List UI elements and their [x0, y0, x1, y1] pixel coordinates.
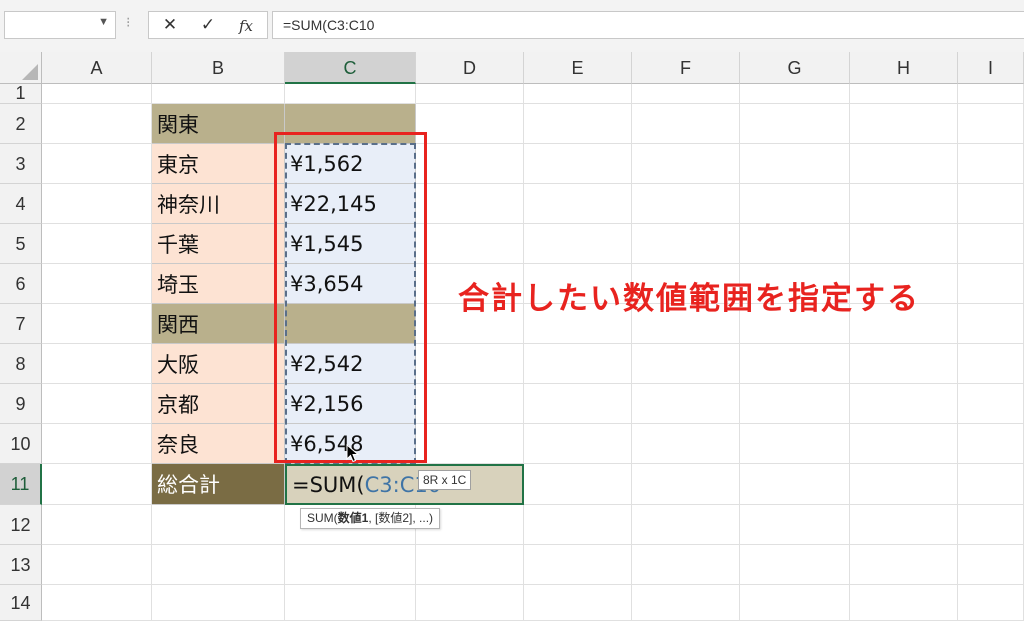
formula-bar: ▼ ⁝ ✕ ✓ fx =SUM(C3:C10	[0, 0, 1024, 52]
cell-c7[interactable]	[285, 304, 416, 344]
row-header-11[interactable]: 11	[0, 464, 42, 505]
cell-c11-active[interactable]: =SUM(C3:C10	[285, 464, 524, 505]
cell-c4[interactable]: ¥22,145	[285, 184, 416, 224]
column-header-f[interactable]: F	[632, 52, 740, 84]
column-header-c[interactable]: C	[285, 52, 416, 84]
annotation-text: 合計したい数値範囲を指定する	[458, 281, 920, 317]
cell-b8[interactable]: 大阪	[152, 344, 285, 384]
range-size-badge: 8R x 1C	[418, 470, 472, 490]
row-header-5[interactable]: 5	[0, 224, 42, 264]
checkmark-icon[interactable]: ✓	[195, 15, 221, 35]
row-header-10[interactable]: 10	[0, 424, 42, 464]
formula-prefix: =SUM(	[292, 472, 365, 497]
row-header-14[interactable]: 14	[0, 585, 42, 621]
column-header-g[interactable]: G	[740, 52, 850, 84]
cell-b10[interactable]: 奈良	[152, 424, 285, 464]
row-header-6[interactable]: 6	[0, 264, 42, 304]
gridline-vertical	[849, 84, 850, 621]
tooltip-suffix: , [数値2], ...)	[368, 511, 434, 525]
fx-icon[interactable]: fx	[233, 17, 259, 35]
column-header-b[interactable]: B	[152, 52, 285, 84]
cell-b9[interactable]: 京都	[152, 384, 285, 424]
gridline-horizontal	[42, 544, 1024, 545]
row-header-4[interactable]: 4	[0, 184, 42, 224]
gridline-vertical	[957, 84, 958, 621]
cell-c5[interactable]: ¥1,545	[285, 224, 416, 264]
row-header-7[interactable]: 7	[0, 304, 42, 344]
cell-c6[interactable]: ¥3,654	[285, 264, 416, 304]
chevron-down-icon[interactable]: ▼	[98, 16, 109, 28]
cell-b11[interactable]: 総合計	[152, 464, 285, 505]
cell-c9[interactable]: ¥2,156	[285, 384, 416, 424]
row-header-3[interactable]: 3	[0, 144, 42, 184]
cell-b6[interactable]: 埼玉	[152, 264, 285, 304]
select-all-button[interactable]	[0, 52, 42, 84]
cell-b5[interactable]: 千葉	[152, 224, 285, 264]
column-header-i[interactable]: I	[958, 52, 1024, 84]
cell-c8[interactable]: ¥2,542	[285, 344, 416, 384]
cell-b4[interactable]: 神奈川	[152, 184, 285, 224]
formula-input[interactable]: =SUM(C3:C10	[272, 11, 1024, 39]
row-header-1[interactable]: 1	[0, 84, 42, 104]
name-box[interactable]: ▼	[4, 11, 116, 39]
select-all-triangle-icon	[22, 64, 38, 80]
row-header-8[interactable]: 8	[0, 344, 42, 384]
gridline-vertical	[631, 84, 632, 621]
close-icon[interactable]: ✕	[157, 15, 183, 35]
cell-c3[interactable]: ¥1,562	[285, 144, 416, 184]
cell-b3[interactable]: 東京	[152, 144, 285, 184]
function-tooltip[interactable]: SUM(数値1, [数値2], ...)	[300, 508, 441, 529]
cell-b7[interactable]: 関西	[152, 304, 285, 344]
mouse-cursor-icon	[346, 444, 360, 463]
tooltip-active-arg: 数値1	[337, 511, 369, 525]
gridline-vertical	[523, 84, 524, 621]
column-header-a[interactable]: A	[42, 52, 152, 84]
row-header-13[interactable]: 13	[0, 545, 42, 585]
drag-handle-icon[interactable]: ⁝	[126, 14, 130, 31]
row-header-2[interactable]: 2	[0, 104, 42, 144]
cell-c2[interactable]	[285, 104, 416, 144]
row-header-12[interactable]: 12	[0, 505, 42, 545]
column-header-e[interactable]: E	[524, 52, 632, 84]
gridline-vertical	[739, 84, 740, 621]
column-header-h[interactable]: H	[850, 52, 958, 84]
column-header-d[interactable]: D	[416, 52, 524, 84]
cell-b2[interactable]: 関東	[152, 104, 285, 144]
formula-buttons: ✕ ✓ fx	[148, 11, 268, 39]
tooltip-prefix: SUM(	[307, 511, 338, 525]
gridline-horizontal	[42, 584, 1024, 585]
row-header-9[interactable]: 9	[0, 384, 42, 424]
